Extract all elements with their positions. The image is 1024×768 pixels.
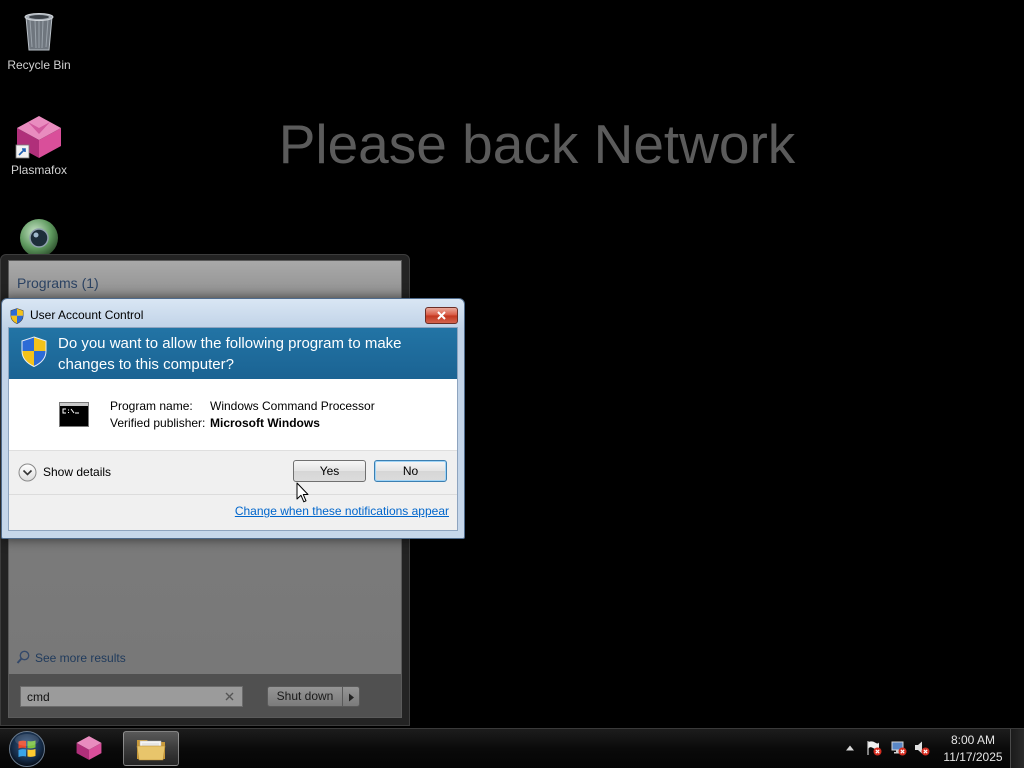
clock-date[interactable]: 11/17/2025	[940, 750, 1006, 765]
close-icon	[437, 311, 446, 320]
publisher-value: Microsoft Windows	[210, 416, 320, 430]
dialog-title: User Account Control	[30, 308, 144, 322]
volume-muted-icon[interactable]	[914, 740, 930, 756]
no-button[interactable]: No	[374, 460, 447, 482]
program-name-value: Windows Command Processor	[210, 399, 375, 413]
uac-footer: Show details Yes No Change when these no…	[9, 450, 457, 530]
chevron-down-icon[interactable]	[18, 463, 37, 482]
network-icon[interactable]	[891, 740, 907, 756]
command-prompt-icon	[59, 402, 89, 427]
program-name-label: Program name:	[110, 399, 193, 413]
footer-divider	[9, 494, 457, 495]
desktop-icon-recycle-bin[interactable]: Recycle Bin	[0, 2, 78, 74]
notification-settings-link[interactable]: Change when these notifications appear	[235, 504, 449, 519]
action-center-icon[interactable]	[866, 740, 882, 756]
shut-down-options-button[interactable]	[342, 686, 360, 707]
search-icon	[16, 650, 30, 664]
mouse-cursor-icon	[296, 482, 309, 503]
recycle-bin-icon	[24, 13, 54, 51]
uac-question-text: Do you want to allow the following progr…	[58, 335, 402, 373]
close-button[interactable]	[425, 307, 458, 324]
see-more-results-link[interactable]: See more results	[35, 651, 126, 665]
show-details-toggle[interactable]: Show details	[43, 465, 111, 480]
desktop-icon-label: Recycle Bin	[7, 58, 71, 72]
uac-prompt-header: Do you want to allow the following progr…	[9, 328, 457, 379]
yes-button[interactable]: Yes	[293, 460, 366, 482]
plasmafox-icon	[15, 116, 61, 159]
clear-search-icon[interactable]	[224, 691, 235, 702]
taskbar: 8:00 AM 11/17/2025	[0, 728, 1024, 768]
desktop-icon-label: Plasmafox	[10, 163, 68, 177]
wallpaper-text: Please back Network	[278, 113, 796, 175]
programs-section-header[interactable]: Programs (1)	[17, 275, 99, 292]
start-search-input[interactable]	[20, 686, 243, 707]
uac-client-area: Do you want to allow the following progr…	[8, 327, 458, 531]
show-hidden-icons-icon[interactable]	[845, 744, 855, 752]
clock-time[interactable]: 8:00 AM	[940, 733, 1006, 748]
uac-shield-icon	[21, 336, 47, 367]
uac-dialog: User Account Control Do you want to allo…	[1, 298, 465, 539]
program-info-panel: Program name: Windows Command Processor …	[9, 379, 457, 450]
show-desktop-button[interactable]	[1010, 729, 1024, 768]
publisher-label: Verified publisher:	[110, 416, 206, 430]
webcam-icon	[20, 219, 58, 257]
windows-explorer-folder-icon	[136, 740, 166, 761]
taskbar-button-windows-explorer[interactable]	[123, 731, 179, 766]
shut-down-button[interactable]: Shut down	[267, 686, 343, 707]
chevron-right-icon	[349, 693, 354, 702]
plasmafox-icon[interactable]	[74, 735, 104, 761]
desktop-icon-plasmafox[interactable]: Plasmafox	[0, 110, 78, 178]
windows-start-orb-icon[interactable]	[8, 730, 46, 768]
uac-shield-icon	[10, 308, 24, 324]
